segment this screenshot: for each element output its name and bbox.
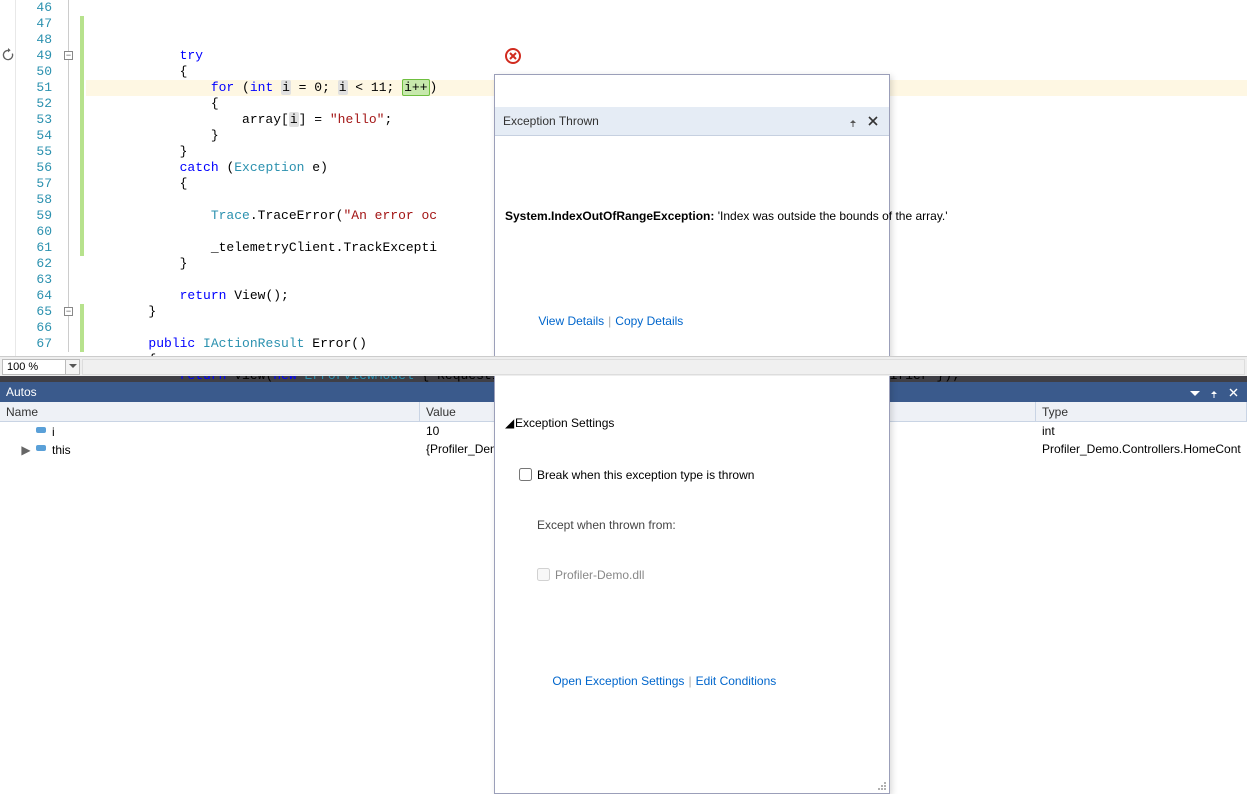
- refresh-icon: [1, 48, 15, 62]
- outlining-margin[interactable]: − −: [60, 0, 80, 356]
- editor-status-bar: 100 %: [0, 356, 1247, 376]
- error-icon[interactable]: [505, 48, 521, 64]
- exception-helper-popup: Exception Thrown System.IndexOutOfRangeE…: [494, 74, 890, 794]
- exception-message: System.IndexOutOfRangeException: 'Index …: [505, 208, 879, 225]
- zoom-level[interactable]: 100 %: [2, 359, 66, 375]
- outline-toggle[interactable]: −: [64, 51, 73, 60]
- variable-icon: [34, 423, 48, 437]
- copy-details-link[interactable]: Copy Details: [615, 314, 683, 328]
- zoom-dropdown[interactable]: [66, 359, 80, 375]
- view-details-link[interactable]: View Details: [538, 314, 604, 328]
- code-line[interactable]: [86, 32, 1247, 48]
- variable-icon: [34, 441, 48, 455]
- variable-name: i: [52, 425, 55, 439]
- horizontal-scrollbar[interactable]: [82, 359, 1245, 375]
- resize-grip-icon[interactable]: [875, 779, 887, 791]
- code-content[interactable]: try { for (int i = 0; i < 11; i++) { arr…: [86, 0, 1247, 356]
- close-icon[interactable]: [865, 113, 881, 129]
- pin-icon[interactable]: [845, 113, 861, 129]
- outline-toggle[interactable]: −: [64, 307, 73, 316]
- open-exception-settings-link[interactable]: Open Exception Settings: [552, 674, 684, 688]
- exception-popup-header[interactable]: Exception Thrown: [495, 107, 889, 136]
- module-checkbox[interactable]: Profiler-Demo.dll: [537, 567, 879, 583]
- indicator-margin: [0, 0, 16, 356]
- break-on-exception-checkbox[interactable]: Break when this exception type is thrown: [519, 467, 879, 483]
- line-number-gutter: 4647484950515253545556575859606162636465…: [16, 0, 60, 356]
- except-when-label: Except when thrown from:: [537, 517, 879, 533]
- expand-toggle[interactable]: ▶: [20, 443, 32, 457]
- exception-settings-toggle[interactable]: ◢Exception Settings: [505, 415, 879, 431]
- edit-conditions-link[interactable]: Edit Conditions: [696, 674, 777, 688]
- exception-popup-title: Exception Thrown: [503, 113, 841, 129]
- code-line[interactable]: try: [86, 48, 1247, 64]
- variable-name: this: [52, 443, 71, 457]
- autos-panel-title: Autos: [6, 385, 37, 399]
- code-editor[interactable]: 4647484950515253545556575859606162636465…: [0, 0, 1247, 356]
